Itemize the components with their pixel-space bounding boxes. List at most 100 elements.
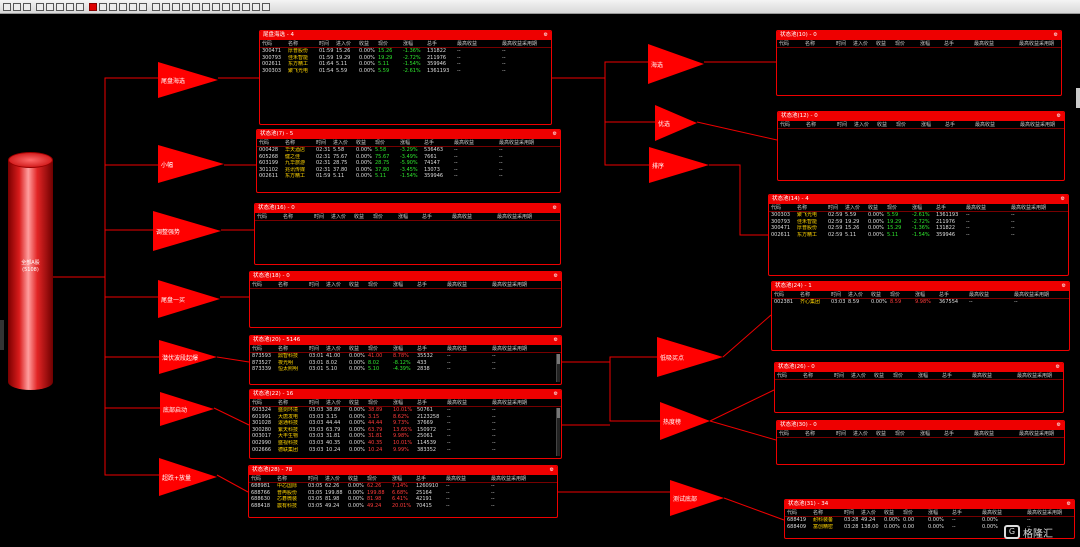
scrollbar-thumb[interactable] bbox=[557, 408, 560, 418]
column-header[interactable]: 最高收益采用期 bbox=[1017, 430, 1064, 437]
column-header[interactable]: 时间 bbox=[312, 213, 329, 220]
stock-pool-window[interactable]: 状态池(12) - 0 ⚙ 代码 名称 时间 进入价 收益 现价 涨幅 总手 最高收益 最高收益采用期 bbox=[777, 111, 1065, 181]
window-title[interactable]: 状态池(7) - 5 ⚙ bbox=[257, 130, 560, 139]
column-header[interactable]: 进入价 bbox=[843, 204, 866, 211]
column-header[interactable]: 最高收益采用期 bbox=[1009, 204, 1061, 211]
column-header[interactable]: 收益 bbox=[347, 399, 366, 406]
column-header[interactable]: 最高收益采用期 bbox=[1015, 372, 1063, 379]
column-header[interactable]: 收益 bbox=[347, 281, 366, 288]
column-header[interactable]: 最高收益 bbox=[967, 291, 1012, 298]
column-header[interactable]: 名称 bbox=[286, 40, 317, 47]
column-header[interactable]: 总手 bbox=[425, 40, 455, 47]
column-header[interactable]: 时间 bbox=[826, 204, 843, 211]
column-header[interactable]: 最高收益 bbox=[964, 204, 1009, 211]
table-row[interactable]: 688981 中芯国际 03:05 62.26 0.00% 62.26 7.14% 12609… bbox=[249, 483, 557, 490]
column-header[interactable]: 代码 bbox=[255, 213, 281, 220]
column-header[interactable]: 总手 bbox=[420, 213, 450, 220]
column-header[interactable]: 最高收益采用期 bbox=[495, 213, 547, 220]
column-header[interactable]: 现价 bbox=[366, 399, 391, 406]
table-row[interactable]: 873593 鼎智科技 03:01 41.00 0.00% 41.00 8.78% 35532… bbox=[250, 353, 561, 360]
table-row[interactable]: 603199 九华旅游 02:31 28.75 0.00% 28.75 -5.90% 7414… bbox=[257, 160, 560, 167]
column-header[interactable]: 收益 bbox=[354, 139, 373, 146]
settings-icon[interactable]: ⚙ bbox=[1057, 421, 1061, 430]
window-title[interactable]: 状态池(20) - 5146 ⚙ bbox=[250, 336, 561, 345]
filter-node-f5[interactable]: 潜伏波段起爆 bbox=[159, 340, 217, 374]
settings-icon[interactable]: ⚙ bbox=[554, 272, 558, 281]
column-header[interactable]: 总手 bbox=[940, 372, 970, 379]
column-header[interactable]: 涨幅 bbox=[391, 281, 415, 288]
filter-node-f7[interactable]: 超跌+放量 bbox=[159, 458, 217, 496]
column-header[interactable]: 代码 bbox=[775, 372, 801, 379]
column-header[interactable]: 收益 bbox=[874, 430, 893, 437]
column-header[interactable]: 总手 bbox=[415, 345, 445, 352]
column-header[interactable]: 最高收益采用期 bbox=[1012, 291, 1064, 298]
table-row[interactable]: 601991 大唐发电 03:03 3.15 0.00% 3.15 8.62% 2123258… bbox=[250, 414, 561, 421]
column-header[interactable]: 现价 bbox=[901, 509, 926, 516]
column-header[interactable]: 代码 bbox=[769, 204, 795, 211]
column-header[interactable]: 时间 bbox=[829, 291, 846, 298]
column-header[interactable]: 时间 bbox=[832, 372, 849, 379]
column-header[interactable]: 进入价 bbox=[846, 291, 869, 298]
stock-pool-window[interactable]: 状态池(20) - 5146 ⚙ 代码 名称 时间 进入价 收益 现价 涨幅 总手 最高收益 最高收益… bbox=[249, 335, 562, 385]
column-header[interactable]: 最高收益 bbox=[450, 213, 495, 220]
stock-pool-window[interactable]: 状态池(24) - 1 ⚙ 代码 名称 时间 进入价 收益 现价 涨幅 总手 最高收益 最高收益采用期… bbox=[771, 281, 1070, 351]
table-row[interactable]: 301028 退通科技 03:03 44.44 0.00% 44.44 9.73% 37669… bbox=[250, 420, 561, 427]
column-header[interactable]: 进入价 bbox=[851, 40, 874, 47]
column-header[interactable]: 现价 bbox=[893, 430, 918, 437]
left-edge-handle[interactable] bbox=[0, 320, 4, 350]
window-title[interactable]: 状态池(14) - 4 ⚙ bbox=[769, 195, 1068, 204]
column-header[interactable]: 最高收益采用期 bbox=[1025, 509, 1074, 516]
column-header[interactable]: 现价 bbox=[371, 213, 396, 220]
window-title[interactable]: 状态池(24) - 1 ⚙ bbox=[772, 282, 1069, 291]
column-header[interactable]: 代码 bbox=[250, 399, 276, 406]
column-header[interactable]: 名称 bbox=[276, 345, 307, 352]
column-header[interactable]: 代码 bbox=[772, 291, 798, 298]
column-header[interactable]: 最高收益采用期 bbox=[489, 475, 541, 482]
column-header[interactable]: 最高收益采用期 bbox=[497, 139, 549, 146]
column-header[interactable]: 收益 bbox=[869, 291, 888, 298]
settings-icon[interactable]: ⚙ bbox=[553, 130, 557, 139]
column-header[interactable]: 代码 bbox=[250, 281, 276, 288]
column-header[interactable]: 最高收益采用期 bbox=[490, 345, 542, 352]
table-row[interactable]: 002990 盛视科技 03:03 40.35 0.00% 40.35 10.01% 1145… bbox=[250, 440, 561, 447]
stock-pool-window[interactable]: 状态池(10) - 0 ⚙ 代码 名称 时间 进入价 收益 现价 涨幅 总手 最高收益 最高收益采用期 bbox=[776, 30, 1062, 96]
settings-icon[interactable]: ⚙ bbox=[1054, 31, 1058, 40]
table-row[interactable]: 873339 恒太照明 03:01 5.10 0.00% 5.10 -4.39% 2838 --… bbox=[250, 366, 561, 373]
column-header[interactable]: 进入价 bbox=[852, 121, 875, 128]
column-header[interactable]: 时间 bbox=[835, 121, 852, 128]
column-header[interactable]: 最高收益 bbox=[972, 430, 1017, 437]
column-header[interactable]: 最高收益 bbox=[970, 372, 1015, 379]
column-header[interactable]: 代码 bbox=[249, 475, 275, 482]
column-header[interactable]: 代码 bbox=[777, 40, 803, 47]
settings-icon[interactable]: ⚙ bbox=[553, 204, 557, 213]
column-header[interactable]: 最高收益 bbox=[445, 399, 490, 406]
column-header[interactable]: 最高收益采用期 bbox=[490, 399, 542, 406]
column-header[interactable]: 时间 bbox=[314, 139, 331, 146]
column-header[interactable]: 收益 bbox=[346, 475, 365, 482]
stock-pool-window[interactable]: 状态池(16) - 0 ⚙ 代码 名称 时间 进入价 收益 现价 涨幅 总手 最高收益 最高收益采用期 bbox=[254, 203, 561, 265]
table-row[interactable]: 300471 厚普股份 02:59 15.26 0.00% 15.29 -1.36% 1318… bbox=[769, 225, 1068, 232]
column-header[interactable]: 名称 bbox=[801, 372, 832, 379]
table-row[interactable]: 301102 兆讯传媒 02:31 37.80 0.00% 37.80 -3.45% 1307… bbox=[257, 167, 560, 174]
column-header[interactable]: 进入价 bbox=[334, 40, 357, 47]
table-row[interactable]: 002611 东方精工 01:59 5.11 0.00% 5.11 -1.54% 359946… bbox=[257, 173, 560, 180]
column-header[interactable]: 最高收益 bbox=[973, 121, 1018, 128]
column-header[interactable]: 名称 bbox=[283, 139, 314, 146]
column-header[interactable]: 最高收益 bbox=[455, 40, 500, 47]
column-header[interactable]: 涨幅 bbox=[918, 430, 942, 437]
column-header[interactable]: 现价 bbox=[376, 40, 401, 47]
column-header[interactable]: 时间 bbox=[307, 281, 324, 288]
stock-pool-window[interactable]: 尾盘海选 - 4 ⚙ 代码 名称 时间 进入价 收益 现价 涨幅 总手 最高收益 最高收益采用期 300… bbox=[259, 30, 552, 125]
column-header[interactable]: 总手 bbox=[942, 40, 972, 47]
column-header[interactable]: 涨幅 bbox=[916, 372, 940, 379]
filter-node-f6[interactable]: 底部启动 bbox=[160, 392, 214, 426]
filter-node-f1[interactable]: 尾盘海选 bbox=[158, 62, 218, 98]
table-row[interactable]: 002666 德联集团 03:03 10.24 0.00% 10.24 9.99% 38335… bbox=[250, 447, 561, 454]
filter-node-f13[interactable]: 测试底部 bbox=[670, 480, 724, 516]
window-title[interactable]: 状态池(12) - 0 ⚙ bbox=[778, 112, 1064, 121]
column-header[interactable]: 收益 bbox=[347, 345, 366, 352]
column-header[interactable]: 进入价 bbox=[324, 281, 347, 288]
table-row[interactable]: 605268 健之佳 02:31 75.67 0.00% 75.67 -3.49% 7661-… bbox=[257, 154, 560, 161]
column-header[interactable]: 进入价 bbox=[859, 509, 882, 516]
column-header[interactable]: 进入价 bbox=[329, 213, 352, 220]
